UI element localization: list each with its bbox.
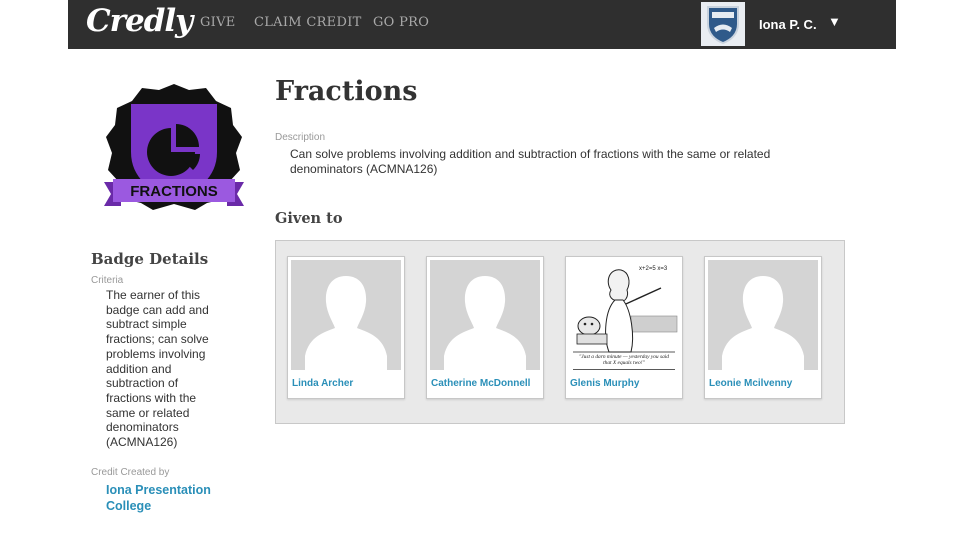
given-to-heading: Given to <box>275 210 343 227</box>
criteria-label: Criteria <box>91 275 124 286</box>
cartoon-avatar-image: x+2=5 x=3 "Just a darn minute — yesterda… <box>569 260 679 370</box>
recipient-avatar[interactable] <box>430 260 540 370</box>
fractions-badge-image: FRACTIONS <box>104 84 244 210</box>
default-avatar-silhouette-icon <box>291 260 401 370</box>
crest-icon <box>707 6 739 44</box>
page-title: Fractions <box>275 76 418 107</box>
default-avatar-silhouette-icon <box>430 260 540 370</box>
badge-ribbon-text: FRACTIONS <box>130 183 218 200</box>
recipients-panel: Linda Archer Catherine McDonnell x+2=5 x… <box>275 240 845 424</box>
cartoon-board-text: x+2=5 x=3 <box>639 266 668 272</box>
credit-created-by-link[interactable]: Iona Presentation College <box>106 482 236 514</box>
recipient-card-leonie-mcilvenny[interactable]: Leonie Mcilvenny <box>704 256 822 399</box>
top-nav-bar: Credly GIVE CLAIM CREDIT GO PRO Iona P. … <box>68 0 896 49</box>
recipient-name-link[interactable]: Catherine McDonnell <box>431 378 530 389</box>
organization-crest-avatar[interactable] <box>701 2 745 46</box>
recipient-avatar[interactable] <box>291 260 401 370</box>
nav-give-link[interactable]: GIVE <box>200 15 236 30</box>
default-avatar-silhouette-icon <box>708 260 818 370</box>
badge-details-heading: Badge Details <box>91 250 209 268</box>
credit-created-by-label: Credit Created by <box>91 467 170 478</box>
recipient-card-catherine-mcdonnell[interactable]: Catherine McDonnell <box>426 256 544 399</box>
user-menu-caret-icon[interactable]: ▼ <box>828 14 841 29</box>
cartoon-caption: "Just a darn minute — yesterday you said… <box>579 354 669 366</box>
user-menu-name[interactable]: Iona P. C. <box>759 17 817 32</box>
nav-claim-credit-link[interactable]: CLAIM CREDIT <box>254 15 362 30</box>
nav-go-pro-link[interactable]: GO PRO <box>373 15 429 30</box>
credly-logo[interactable]: Credly <box>86 3 193 39</box>
recipient-name-link[interactable]: Leonie Mcilvenny <box>709 378 792 389</box>
recipient-name-link[interactable]: Glenis Murphy <box>570 378 639 389</box>
criteria-text: The earner of this badge can add and sub… <box>106 288 209 450</box>
description-text: Can solve problems involving addition an… <box>290 147 771 176</box>
recipient-card-glenis-murphy[interactable]: x+2=5 x=3 "Just a darn minute — yesterda… <box>565 256 683 399</box>
description-label: Description <box>275 132 326 143</box>
recipient-avatar[interactable] <box>708 260 818 370</box>
recipient-card-linda-archer[interactable]: Linda Archer <box>287 256 405 399</box>
recipient-name-link[interactable]: Linda Archer <box>292 378 353 389</box>
recipient-avatar[interactable]: x+2=5 x=3 "Just a darn minute — yesterda… <box>569 260 679 370</box>
